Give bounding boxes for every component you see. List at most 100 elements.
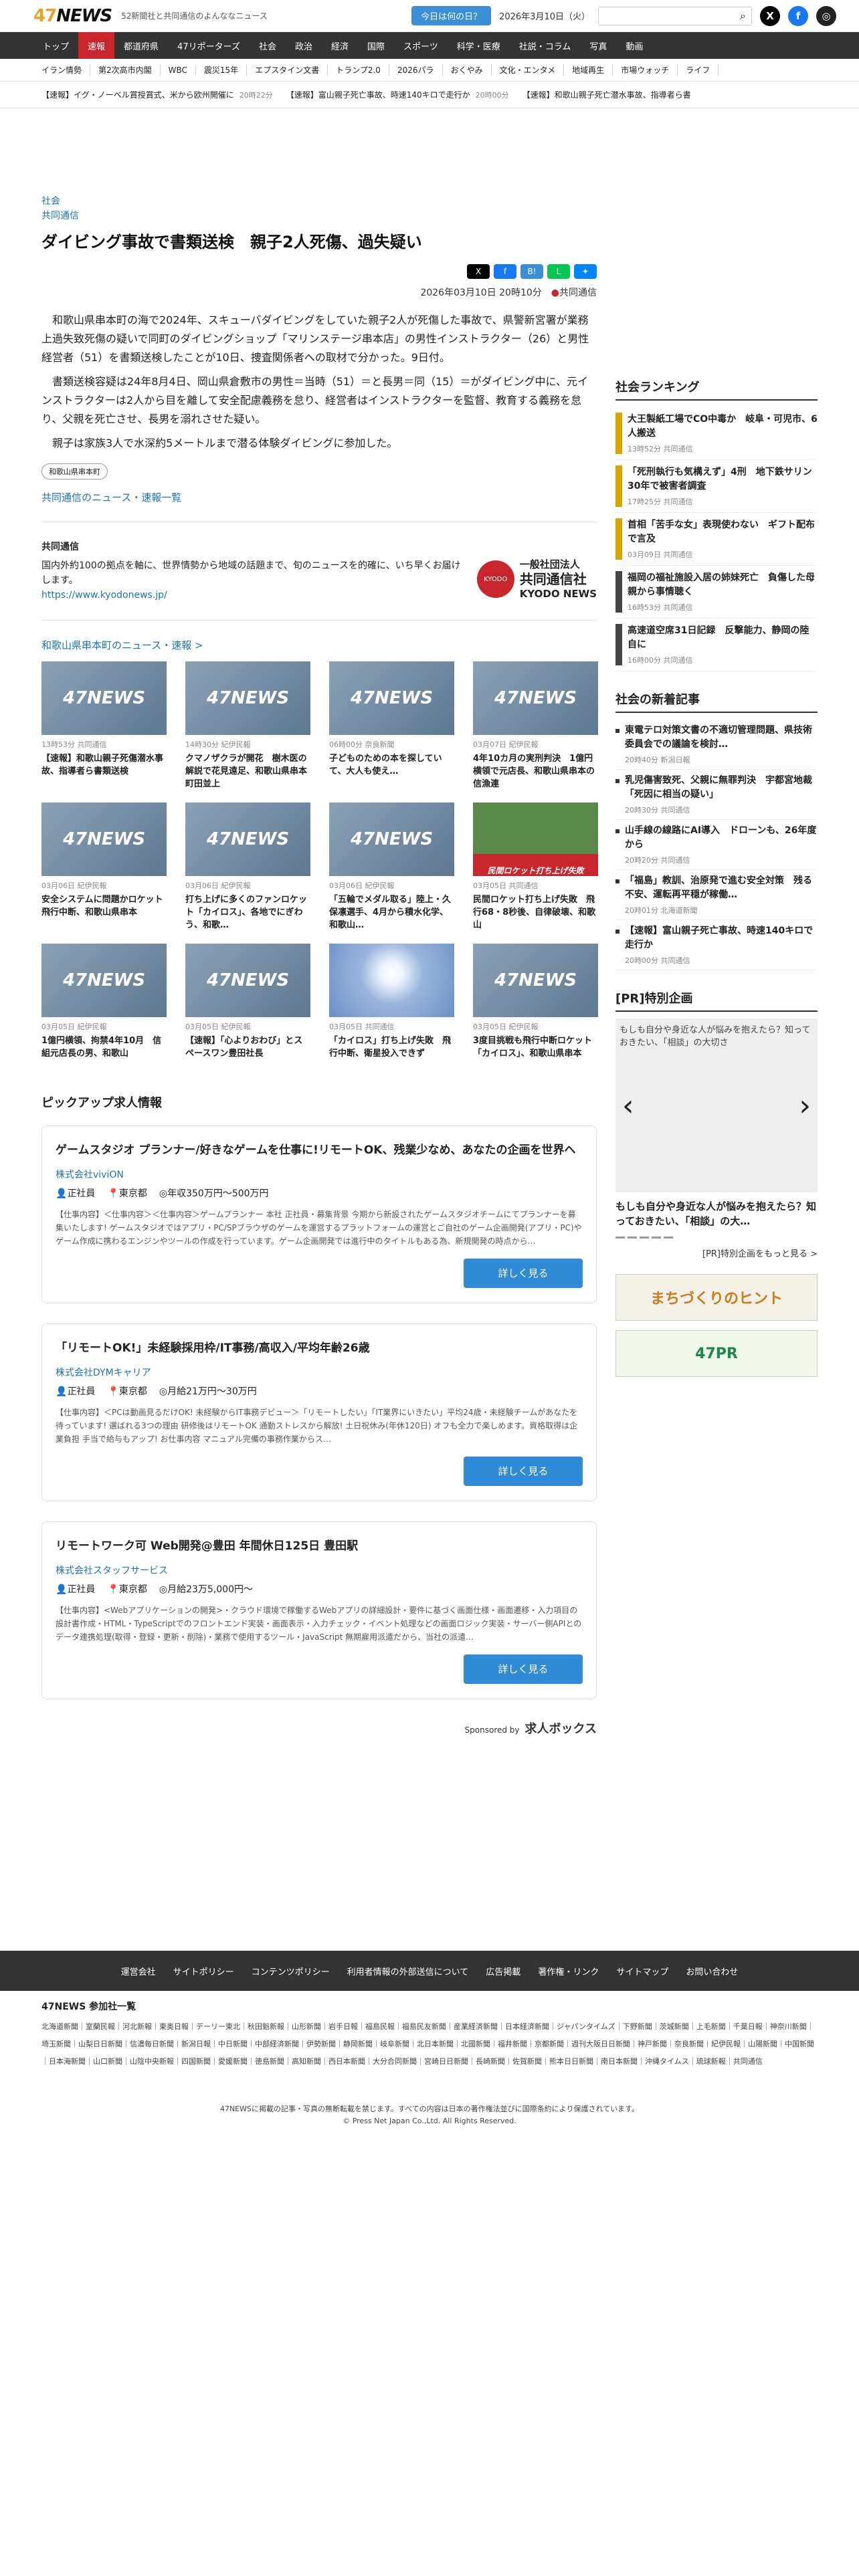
news-card[interactable]: 民間ロケット打ち上げ失敗 03月05日 共同通信 民間ロケット打ち上げ失敗 飛行68…	[473, 802, 598, 932]
footer-link[interactable]: コンテンツポリシー	[252, 1965, 330, 1977]
card-thumbnail[interactable]: 47NEWS	[473, 944, 598, 1017]
card-thumbnail[interactable]: 民間ロケット打ち上げ失敗	[473, 802, 598, 876]
nav-item[interactable]: 都道府県	[114, 32, 168, 59]
news-card[interactable]: 47NEWS 03月05日 紀伊民報 【速報】「心よりおわび」とスペースワン豊田社長	[185, 944, 310, 1060]
news-card[interactable]: 47NEWS 03月07日 紀伊民報 4年10カ月の実刑判決 1億円横領で元店長、和…	[473, 661, 598, 790]
new-article-item[interactable]: 「福島」教訓、治原発で進む安全対策 残る不安、運転再平穏が稼働… 20時01分 北…	[615, 870, 818, 920]
chevron-left-icon[interactable]: ‹	[622, 1089, 634, 1123]
news-card[interactable]: 47NEWS 03月06日 紀伊民報 安全システムに問題かロケット飛行中断、和歌山県…	[41, 802, 167, 932]
chevron-right-icon[interactable]: ›	[799, 1089, 811, 1123]
globe-icon[interactable]: ◎	[816, 5, 836, 26]
nav-item[interactable]: 速報	[78, 32, 115, 59]
ranking-title[interactable]: 高速道空席31日記録 反撃能力、静岡の陸自に	[628, 624, 818, 652]
card-title[interactable]: 「五輪でメダル取る」陸上・久保凛選手、4月から積水化学、和歌山…	[329, 893, 454, 932]
new-article-title[interactable]: 「福島」教訓、治原発で進む安全対策 残る不安、運転再平穏が稼働…	[625, 874, 818, 902]
card-title[interactable]: 安全システムに問題かロケット飛行中断、和歌山県串本	[41, 893, 167, 919]
subnav-item[interactable]: おくやみ	[443, 64, 492, 76]
nav-item[interactable]: 経済	[322, 32, 358, 59]
nav-item[interactable]: 47リポーターズ	[168, 32, 250, 59]
new-article-item[interactable]: 【速報】富山親子死亡事故、時速140キロで走行か 20時00分 共同通信	[615, 920, 818, 970]
job-title[interactable]: 「リモートOK!」未経験採用枠/IT事務/高収入/平均年齢26歳	[56, 1339, 583, 1358]
nav-item[interactable]: 社会	[250, 32, 286, 59]
nav-item[interactable]: スポーツ	[394, 32, 448, 59]
card-title[interactable]: 4年10カ月の実刑判決 1億円横領で元店長、和歌山県串本の信漁連	[473, 752, 598, 790]
ticker-item[interactable]: 【速報】富山親子死亡事故、時速140キロで走行か 20時00分	[286, 89, 509, 100]
nav-item[interactable]: 国際	[358, 32, 394, 59]
share-line-icon[interactable]: L	[547, 264, 570, 279]
footer-link[interactable]: 広告掲載	[486, 1965, 520, 1977]
card-title[interactable]: 【速報】「心よりおわび」とスペースワン豊田社長	[185, 1035, 310, 1060]
card-thumbnail[interactable]: 47NEWS	[185, 661, 310, 735]
card-title[interactable]: 子どものための本を探していて、大人も使え…	[329, 752, 454, 778]
new-article-title[interactable]: 乳児傷害致死、父親に無罪判決 宇都宮地裁「死因に相当の疑い」	[625, 774, 818, 802]
subnav-item[interactable]: ライフ	[678, 64, 719, 76]
card-thumbnail[interactable]: 47NEWS	[41, 661, 167, 735]
footer-link[interactable]: サイトマップ	[616, 1965, 668, 1977]
ranking-item[interactable]: 福岡の福祉施設入居の姉妹死亡 負傷した母親から事情聴く 16時53分 共同通信	[615, 566, 818, 619]
news-card[interactable]: 47NEWS 03月05日 紀伊民報 1億円横領、拘禁4年10月 信組元店長の男、和…	[41, 944, 167, 1060]
ranking-item[interactable]: 首相「苦手な女」表現使わない ギフト配布で言及 03月09日 共同通信	[615, 513, 818, 566]
article-tag[interactable]: 和歌山県串本町	[41, 463, 108, 479]
ranking-item[interactable]: 「死刑執行も気構えず」4刑 地下鉄サリン30年で被害者調査 17時25分 共同通信	[615, 460, 818, 513]
more-news-link[interactable]: 共同通信のニュース・速報一覧	[41, 490, 597, 504]
job-detail-button[interactable]: 詳しく見る	[464, 1259, 583, 1288]
pr-text[interactable]: もしも自分や身近な人が悩みを抱えたら？知っておきたい、「相談」の大…	[615, 1199, 818, 1228]
card-title[interactable]: 「カイロス」打ち上げ失敗 飛行中断、衛星投入できず	[329, 1035, 454, 1060]
ticker-text[interactable]: 【速報】イグ・ノーベル賞授賞式、米から欧州開催に	[41, 90, 234, 100]
search-icon[interactable]: ⌕	[740, 9, 746, 23]
machizukuri-banner[interactable]: まちづくりのヒント	[615, 1274, 818, 1321]
ticker-item[interactable]: 【速報】イグ・ノーベル賞授賞式、米から欧州開催に 20時22分	[41, 89, 273, 100]
card-title[interactable]: 【速報】和歌山親子死傷潜水事故、指導者ら書類送検	[41, 752, 167, 778]
kyodo-url[interactable]: https://www.kyodonews.jp/	[41, 590, 167, 601]
ticker-text[interactable]: 【速報】和歌山親子死亡潜水事故、指導者ら書	[522, 90, 691, 100]
news-card[interactable]: 47NEWS 03月05日 紀伊民報 3度目挑戦も飛行中断ロケット「カイロス」、和歌…	[473, 944, 598, 1060]
card-title[interactable]: 1億円横領、拘禁4年10月 信組元店長の男、和歌山	[41, 1035, 167, 1060]
site-logo[interactable]: 47 NEWS	[33, 6, 112, 26]
job-detail-button[interactable]: 詳しく見る	[464, 1654, 583, 1684]
ranking-title[interactable]: 福岡の福祉施設入居の姉妹死亡 負傷した母親から事情聴く	[628, 571, 818, 599]
new-article-title[interactable]: 【速報】富山親子死亡事故、時速140キロで走行か	[625, 924, 818, 952]
area-news-link[interactable]: 和歌山県串本町のニュース・速報 >	[41, 638, 597, 652]
today-button[interactable]: 今日は何の日？	[411, 6, 492, 25]
news-card[interactable]: 47NEWS 06時00分 奈良新聞 子どものための本を探していて、大人も使え…	[329, 661, 454, 790]
news-card[interactable]: 47NEWS 14時30分 紀伊民報 クマノザクラが開花 樹木医の解説で花見遠足、和…	[185, 661, 310, 790]
ranking-title[interactable]: 首相「苦手な女」表現使わない ギフト配布で言及	[628, 518, 818, 546]
job-company[interactable]: 株式会社viviON	[56, 1168, 583, 1181]
facebook-icon[interactable]: f	[788, 5, 808, 26]
search-input[interactable]: ⌕	[598, 6, 752, 25]
ranking-title[interactable]: 大王製紙工場でCO中毒か 岐阜・可児市、6人搬送	[628, 413, 818, 441]
card-title[interactable]: 打ち上げに多くのファンロケット「カイロス」、各地でにぎわう、和歌…	[185, 893, 310, 932]
subnav-item[interactable]: 2026パラ	[389, 64, 443, 76]
nav-item[interactable]: 写真	[580, 32, 616, 59]
new-article-item[interactable]: 東電テロ対策文書の不適切管理問題、県技術委員会での議論を検討… 20時40分 新潟…	[615, 720, 818, 770]
share-x-icon[interactable]: X	[467, 264, 490, 279]
new-article-title[interactable]: 東電テロ対策文書の不適切管理問題、県技術委員会での議論を検討…	[625, 724, 818, 752]
share-hatena-icon[interactable]: B!	[520, 264, 543, 279]
ranking-item[interactable]: 高速道空席31日記録 反撃能力、静岡の陸自に 16時00分 共同通信	[615, 619, 818, 671]
new-article-item[interactable]: 山手線の線路にAI導入 ドローンも、26年度から 20時20分 共同通信	[615, 820, 818, 870]
news-card[interactable]: 47NEWS 03月06日 紀伊民報 「五輪でメダル取る」陸上・久保凛選手、4月から…	[329, 802, 454, 932]
news-card[interactable]: 47NEWS 13時53分 共同通信 【速報】和歌山親子死傷潜水事故、指導者ら書類送…	[41, 661, 167, 790]
card-thumbnail[interactable]: 47NEWS	[329, 661, 454, 735]
nav-item[interactable]: トップ	[33, 32, 78, 59]
job-detail-button[interactable]: 詳しく見る	[464, 1457, 583, 1486]
pr-more-link[interactable]: [PR]特別企画をもっと見る >	[615, 1247, 818, 1259]
pr47-banner[interactable]: 47PR	[615, 1330, 818, 1377]
sponsor-name[interactable]: 求人ボックス	[525, 1722, 597, 1736]
footer-link[interactable]: 利用者情報の外部送信について	[347, 1965, 469, 1977]
new-article-item[interactable]: 乳児傷害致死、父親に無罪判決 宇都宮地裁「死因に相当の疑い」 20時30分 共同通…	[615, 770, 818, 820]
job-title[interactable]: ゲームスタジオ プランナー/好きなゲームを仕事に!リモートOK、残業少なめ、あな…	[56, 1141, 583, 1160]
subnav-item[interactable]: エプスタイン文書	[247, 64, 328, 76]
x-icon[interactable]: X	[760, 5, 780, 26]
footer-link[interactable]: お問い合わせ	[686, 1965, 738, 1977]
nav-item[interactable]: 政治	[286, 32, 322, 59]
subnav-item[interactable]: 文化・エンタメ	[492, 64, 565, 76]
card-thumbnail[interactable]: 47NEWS	[41, 944, 167, 1017]
article-source[interactable]: 共同通信	[41, 209, 597, 223]
card-thumbnail[interactable]	[329, 944, 454, 1017]
job-company[interactable]: 株式会社スタッフサービス	[56, 1564, 583, 1577]
card-title[interactable]: 民間ロケット打ち上げ失敗 飛行68・8秒後、自律破壊、和歌山	[473, 893, 598, 932]
nav-item[interactable]: 科学・医療	[448, 32, 510, 59]
subnav-item[interactable]: 地域再生	[564, 64, 613, 76]
nav-item[interactable]: 動画	[616, 32, 652, 59]
